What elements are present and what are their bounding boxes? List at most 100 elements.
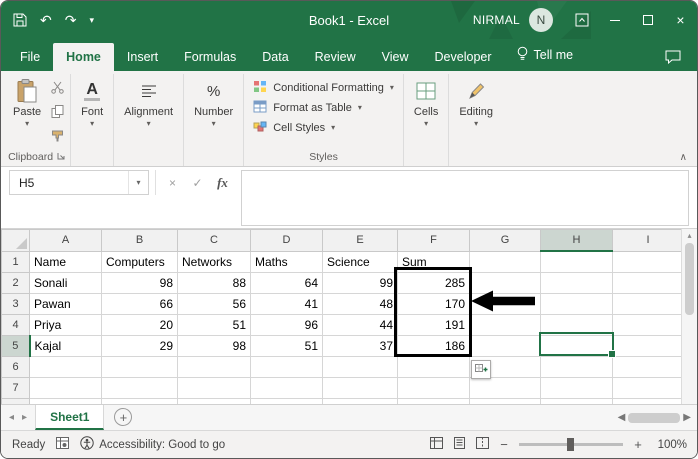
scroll-right-icon[interactable]: ▶ xyxy=(683,412,691,423)
normal-view-icon[interactable] xyxy=(430,437,443,452)
clipboard-dialog-launcher-icon[interactable] xyxy=(57,151,65,163)
customize-quick-access-icon[interactable]: ▾ xyxy=(89,16,94,25)
save-icon[interactable] xyxy=(13,13,27,27)
avatar[interactable]: N xyxy=(529,8,553,32)
tab-developer[interactable]: Developer xyxy=(422,43,505,71)
cell-H6[interactable] xyxy=(541,356,613,377)
tab-home[interactable]: Home xyxy=(53,43,114,71)
close-button[interactable]: × xyxy=(664,1,697,39)
cell-H7[interactable] xyxy=(541,377,613,398)
cell-D4[interactable]: 96 xyxy=(251,314,323,335)
zoom-out-button[interactable]: − xyxy=(498,437,510,452)
cell-B1[interactable]: Computers xyxy=(102,251,178,272)
vertical-scrollbar[interactable]: ▴ xyxy=(681,229,697,404)
tab-review[interactable]: Review xyxy=(302,43,369,71)
tab-view[interactable]: View xyxy=(369,43,422,71)
alignment-button[interactable]: Alignment ▾ xyxy=(117,74,180,128)
cell-B6[interactable] xyxy=(102,356,178,377)
row-header-5[interactable]: 5 xyxy=(2,335,30,356)
cell-D2[interactable]: 64 xyxy=(251,272,323,293)
insert-function-icon[interactable]: fx xyxy=(210,175,235,191)
zoom-in-button[interactable]: + xyxy=(632,437,644,452)
user-name[interactable]: NIRMAL xyxy=(473,13,520,27)
cell-D5[interactable]: 51 xyxy=(251,335,323,356)
cell-E2[interactable]: 99 xyxy=(323,272,398,293)
cell-A1[interactable]: Name xyxy=(30,251,102,272)
row-header-8[interactable]: 8 xyxy=(2,398,30,404)
cell-E3[interactable]: 48 xyxy=(323,293,398,314)
cell-I4[interactable] xyxy=(613,314,682,335)
tab-data[interactable]: Data xyxy=(249,43,301,71)
cell-B7[interactable] xyxy=(102,377,178,398)
scroll-left-icon[interactable]: ◀ xyxy=(618,412,626,423)
name-box[interactable]: H5 ▾ xyxy=(9,170,149,195)
page-break-preview-icon[interactable] xyxy=(476,437,489,452)
cell-F5[interactable]: 186 xyxy=(398,335,470,356)
column-header-A[interactable]: A xyxy=(30,230,102,252)
cell-E4[interactable]: 44 xyxy=(323,314,398,335)
cell-B5[interactable]: 29 xyxy=(102,335,178,356)
cell-E6[interactable] xyxy=(323,356,398,377)
cell-C7[interactable] xyxy=(178,377,251,398)
cell-C1[interactable]: Networks xyxy=(178,251,251,272)
cell-H5[interactable] xyxy=(541,335,613,356)
cell-G1[interactable] xyxy=(470,251,541,272)
cell-C5[interactable]: 98 xyxy=(178,335,251,356)
cell-D6[interactable] xyxy=(251,356,323,377)
cell-C4[interactable]: 51 xyxy=(178,314,251,335)
zoom-slider[interactable] xyxy=(519,443,623,446)
cell-styles-button[interactable]: Cell Styles ▾ xyxy=(253,120,394,136)
macro-record-icon[interactable] xyxy=(56,437,69,452)
row-header-7[interactable]: 7 xyxy=(2,377,30,398)
cut-icon[interactable] xyxy=(51,81,64,99)
conditional-formatting-button[interactable]: Conditional Formatting ▾ xyxy=(253,80,394,96)
sheet-nav-right-icon[interactable]: ▸ xyxy=(22,412,27,423)
cell-E1[interactable]: Science xyxy=(323,251,398,272)
format-painter-icon[interactable] xyxy=(51,129,64,147)
cell-B3[interactable]: 66 xyxy=(102,293,178,314)
column-header-H[interactable]: H xyxy=(541,230,613,252)
horizontal-scroll-thumb[interactable] xyxy=(628,413,680,423)
cell-H8[interactable] xyxy=(541,398,613,404)
cell-C2[interactable]: 88 xyxy=(178,272,251,293)
cell-A5[interactable]: Kajal xyxy=(30,335,102,356)
cell-B2[interactable]: 98 xyxy=(102,272,178,293)
cell-D7[interactable] xyxy=(251,377,323,398)
cell-F4[interactable]: 191 xyxy=(398,314,470,335)
row-header-2[interactable]: 2 xyxy=(2,272,30,293)
cell-D3[interactable]: 41 xyxy=(251,293,323,314)
row-header-1[interactable]: 1 xyxy=(2,251,30,272)
cell-A3[interactable]: Pawan xyxy=(30,293,102,314)
cell-I6[interactable] xyxy=(613,356,682,377)
cell-C3[interactable]: 56 xyxy=(178,293,251,314)
ribbon-display-options-icon[interactable] xyxy=(565,1,598,39)
cell-F3[interactable]: 170 xyxy=(398,293,470,314)
cell-F8[interactable] xyxy=(398,398,470,404)
column-header-B[interactable]: B xyxy=(102,230,178,252)
tab-formulas[interactable]: Formulas xyxy=(171,43,249,71)
cell-F2[interactable]: 285 xyxy=(398,272,470,293)
cell-H3[interactable] xyxy=(541,293,613,314)
name-box-caret-icon[interactable]: ▾ xyxy=(128,171,148,194)
cell-F1[interactable]: Sum xyxy=(398,251,470,272)
autofill-options-button[interactable] xyxy=(471,360,491,379)
cell-H2[interactable] xyxy=(541,272,613,293)
column-header-D[interactable]: D xyxy=(251,230,323,252)
horizontal-scrollbar[interactable]: ◀ ▶ xyxy=(618,405,697,430)
column-header-C[interactable]: C xyxy=(178,230,251,252)
redo-icon[interactable]: ↷ xyxy=(65,13,77,27)
cell-B4[interactable]: 20 xyxy=(102,314,178,335)
cell-I7[interactable] xyxy=(613,377,682,398)
sheet-tab-sheet1[interactable]: Sheet1 xyxy=(35,405,104,430)
cell-G4[interactable] xyxy=(470,314,541,335)
column-header-I[interactable]: I xyxy=(613,230,682,252)
cell-D8[interactable] xyxy=(251,398,323,404)
number-button[interactable]: % Number ▾ xyxy=(187,74,240,128)
paste-button[interactable]: Paste ▾ xyxy=(6,74,48,128)
tab-file[interactable]: File xyxy=(7,43,53,71)
cell-E8[interactable] xyxy=(323,398,398,404)
cell-I3[interactable] xyxy=(613,293,682,314)
cancel-icon[interactable]: × xyxy=(160,176,185,190)
cell-C6[interactable] xyxy=(178,356,251,377)
column-header-G[interactable]: G xyxy=(470,230,541,252)
